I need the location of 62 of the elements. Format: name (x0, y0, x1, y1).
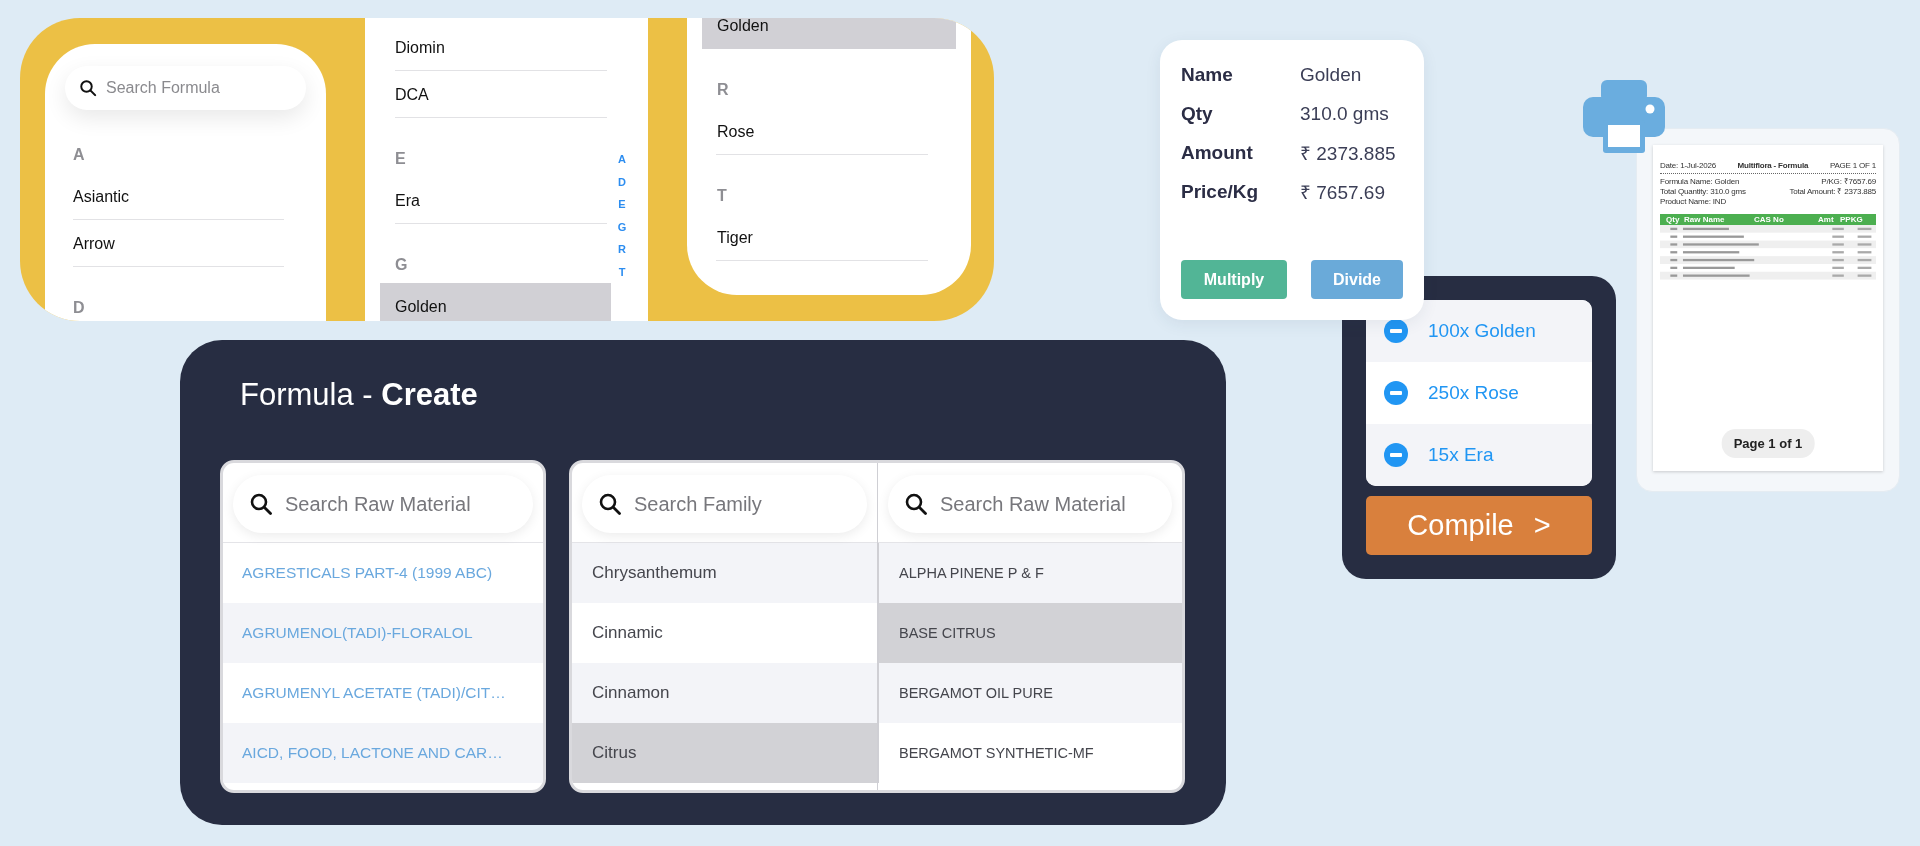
list-row[interactable]: Cinnamon (572, 663, 877, 723)
section-header: E (395, 149, 406, 169)
field-label: Price/Kg (1181, 180, 1260, 203)
list-row[interactable]: BASE CITRUS (879, 603, 1182, 663)
field-value: 310.0 gms (1300, 102, 1389, 125)
search-field[interactable]: Search Formula (65, 66, 306, 110)
column-header: PPKG (1840, 215, 1863, 224)
list-item[interactable]: Golden (380, 283, 611, 321)
field-label: Amount (1181, 141, 1254, 164)
list-row[interactable]: Citrus (572, 723, 877, 783)
section-header: A (73, 145, 85, 165)
list-item[interactable]: Golden (702, 18, 956, 49)
page-number: PAGE 1 OF 1 (1829, 161, 1876, 170)
list-item[interactable]: Tiger (702, 214, 956, 261)
list-item[interactable]: Era (380, 177, 611, 224)
search-icon (79, 79, 97, 97)
section-header: R (717, 80, 729, 100)
page-indicator: Page 1 of 1 (1721, 429, 1815, 458)
list-item[interactable]: DCA (380, 71, 611, 118)
search-field[interactable]: Search Family (582, 475, 867, 533)
list-row[interactable]: Chrysanthemum (572, 543, 877, 603)
field-label: Qty (1181, 102, 1214, 125)
list-row[interactable]: BERGAMOT OIL PURE (879, 663, 1182, 723)
search-field[interactable]: Search Raw Material (888, 475, 1172, 533)
search-field[interactable]: Search Raw Material (233, 475, 533, 533)
list-item[interactable]: Asiantic (73, 173, 284, 220)
section-header: G (395, 255, 408, 275)
minus-circle-icon (1384, 381, 1408, 405)
field-value: Golden (1300, 63, 1362, 86)
section-header: D (73, 298, 85, 318)
minus-circle-icon (1384, 443, 1408, 467)
list-item[interactable]: Diomin (380, 24, 611, 71)
field-value: ₹ 2373.885 (1300, 141, 1396, 166)
list-item-label: 15x Era (1428, 444, 1494, 466)
column-header: Raw Name (1684, 215, 1726, 224)
column-header: CAS No (1754, 215, 1785, 224)
list-item-label: 100x Golden (1428, 320, 1536, 342)
column-header: Qty (1666, 215, 1681, 224)
field-label: Name (1181, 63, 1234, 86)
index-letter[interactable]: G (613, 215, 631, 239)
document-title: Multiflora - Formula (1737, 161, 1809, 170)
list-row[interactable]: ALPHA PINENE P & F (879, 543, 1182, 603)
panel-title: Formula - Create (240, 376, 478, 414)
list-item-label: 250x Rose (1428, 382, 1519, 404)
column-header: Amt (1818, 215, 1835, 224)
field-value: ₹ 7657.69 (1300, 180, 1385, 205)
index-letter[interactable]: T (613, 260, 631, 284)
document-field: Formula Name: Golden (1660, 177, 1740, 187)
document-field: Total Amount: ₹ 2373.885 (1789, 187, 1876, 197)
search-icon (598, 492, 622, 516)
list-row[interactable]: Cinnamic (572, 603, 877, 663)
search-icon (249, 492, 273, 516)
document-date: Date: 1-Jul-2026 (1660, 161, 1716, 170)
list-item[interactable]: Rose (702, 108, 956, 155)
printer-icon[interactable] (1583, 80, 1665, 153)
document-field: P/KG: ₹7657.69 (1821, 177, 1876, 187)
search-icon (904, 492, 928, 516)
list-item[interactable]: Arrow (73, 220, 284, 267)
document-field: Total Quantity: 310.0 gms (1660, 187, 1746, 197)
document-field: Product Name: IND (1660, 197, 1726, 207)
list-row[interactable]: BERGAMOT SYNTHETIC-MF (879, 723, 1182, 783)
section-header: T (717, 186, 727, 206)
